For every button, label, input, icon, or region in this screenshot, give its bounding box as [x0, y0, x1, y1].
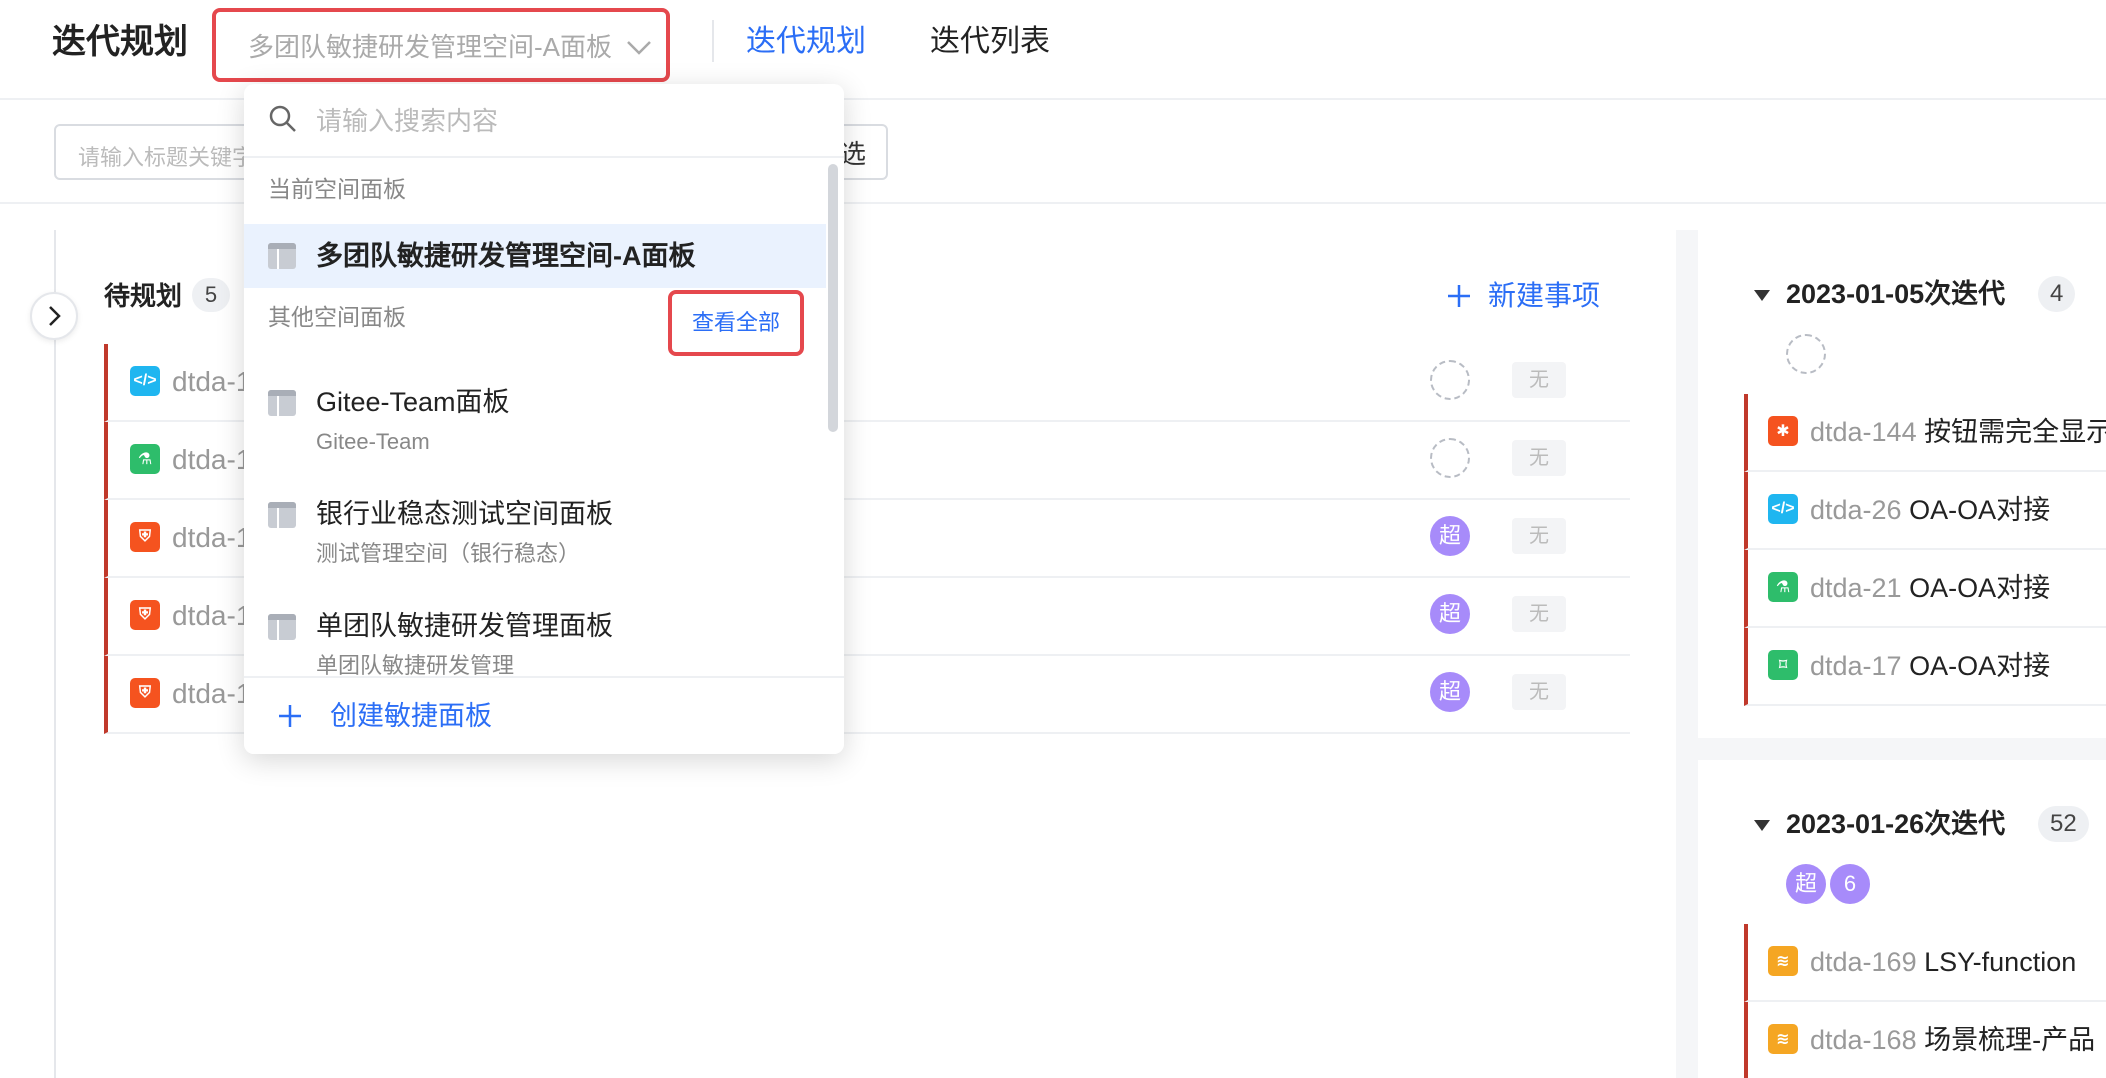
item-key: dtda-17 — [1810, 651, 1902, 681]
collapse-triangle-icon[interactable] — [1754, 290, 1770, 301]
sprint-count-badge: 52 — [2038, 806, 2089, 842]
backlog-item-key: dtda-1 — [172, 678, 252, 709]
unassigned-avatar-icon[interactable] — [1430, 360, 1470, 400]
item-title: OA-OA对接 — [1909, 573, 2051, 603]
item-key: dtda-26 — [1810, 495, 1902, 525]
shield-icon: ⛨ — [130, 522, 160, 552]
sprint-item-row[interactable]: ✱ dtda-144 按钮需完全显示 — [1744, 394, 2106, 472]
item-title: OA-OA对接 — [1909, 495, 2051, 525]
plus-icon — [279, 705, 301, 727]
header-divider — [712, 20, 714, 62]
backlog-item-key: dtda-1 — [172, 600, 252, 631]
expand-panel-button[interactable] — [30, 292, 78, 340]
flask-icon: ⚗ — [130, 444, 160, 474]
tag-none: 无 — [1512, 596, 1566, 632]
item-title: 场景梳理-产品 — [1924, 1025, 2096, 1055]
dropdown-item-title: 单团队敏捷研发管理面板 — [316, 611, 613, 641]
new-item-button[interactable]: 新建事项 — [1446, 276, 1600, 316]
page-title: 迭代规划 — [52, 23, 188, 61]
tag-none: 无 — [1512, 518, 1566, 554]
dropdown-search-input[interactable]: 请输入搜索内容 — [316, 102, 498, 140]
backlog-item-key: dtda-1 — [172, 444, 252, 475]
board-icon — [268, 502, 296, 528]
tag-none: 无 — [1512, 440, 1566, 476]
dropdown-item[interactable]: 单团队敏捷研发管理面板 单团队敏捷研发管理 — [244, 592, 826, 682]
sprint-count-badge: 4 — [2038, 276, 2076, 312]
shield-icon: ⛨ — [130, 678, 160, 708]
item-key: dtda-21 — [1810, 573, 1902, 603]
item-key: dtda-144 — [1810, 417, 1917, 447]
tag-none: 无 — [1512, 362, 1566, 398]
unassigned-avatar-icon[interactable] — [1786, 334, 1826, 374]
item-title: OA-OA对接 — [1909, 651, 2051, 681]
backlog-item-key: dtda-1 — [172, 366, 252, 397]
sprint-card: 2023-01-26次迭代 52 超 6 ≋ dtda-169 LSY-func… — [1698, 760, 2106, 1078]
plus-icon — [1448, 285, 1470, 307]
tab-iteration-list[interactable]: 迭代列表 — [930, 20, 1050, 64]
board-icon — [268, 243, 296, 269]
tag-none: 无 — [1512, 674, 1566, 710]
dropdown-item-subtitle: Gitee-Team — [316, 429, 430, 454]
item-title: LSY-function — [1924, 947, 2077, 977]
item-key: dtda-168 — [1810, 1025, 1917, 1055]
dropdown-item[interactable]: 银行业稳态测试空间面板 测试管理空间（银行稳态） — [244, 480, 826, 590]
dropdown-item-title: 银行业稳态测试空间面板 — [316, 499, 613, 529]
board-icon — [268, 614, 296, 640]
backlog-count-badge: 5 — [192, 278, 230, 312]
sprint-card: 2023-01-05次迭代 4 ✱ dtda-144 按钮需完全显示 </> d… — [1698, 230, 2106, 738]
sprint-item-row[interactable]: ≋ dtda-168 场景梳理-产品 — [1744, 1002, 2106, 1078]
sprint-title: 2023-01-05次迭代 — [1786, 279, 2006, 309]
flask-icon: ⚗ — [1768, 572, 1798, 602]
code-icon: </> — [1768, 494, 1798, 524]
sprint-title: 2023-01-26次迭代 — [1786, 809, 2006, 839]
backlog-item-key: dtda-1 — [172, 522, 252, 553]
dropdown-item-subtitle: 测试管理空间（银行稳态） — [316, 541, 581, 566]
code-icon: </> — [130, 366, 160, 396]
bug-icon: ✱ — [1768, 416, 1798, 446]
dropdown-item-current[interactable]: 多团队敏捷研发管理空间-A面板 — [244, 224, 826, 288]
dropdown-scrollbar[interactable] — [828, 164, 838, 432]
avatar[interactable]: 超 — [1430, 594, 1470, 634]
bookmark-icon: ⌑ — [1768, 650, 1798, 680]
board-dropdown-menu: 请输入搜索内容 当前空间面板 多团队敏捷研发管理空间-A面板 其他空间面板 查看… — [244, 84, 844, 754]
item-key: dtda-169 — [1810, 947, 1917, 977]
dropdown-search[interactable]: 请输入搜索内容 — [244, 84, 844, 158]
avatar[interactable]: 超 — [1430, 516, 1470, 556]
collapse-triangle-icon[interactable] — [1754, 820, 1770, 831]
chevron-down-icon — [627, 41, 651, 55]
sprint-item-row[interactable]: </> dtda-26 OA-OA对接 — [1744, 472, 2106, 550]
search-icon — [269, 105, 296, 132]
layers-icon: ≋ — [1768, 1024, 1798, 1054]
sprint-item-row[interactable]: ⚗ dtda-21 OA-OA对接 — [1744, 550, 2106, 628]
board-select-value: 多团队敏捷研发管理空间-A面板 — [248, 31, 613, 62]
other-section-label: 其他空间面板 — [268, 304, 406, 330]
create-board-label: 创建敏捷面板 — [330, 701, 492, 731]
view-all-link[interactable]: 查看全部 — [668, 290, 804, 356]
backlog-title: 待规划 — [104, 281, 183, 311]
avatar[interactable]: 超 — [1430, 672, 1470, 712]
new-item-label: 新建事项 — [1488, 280, 1601, 311]
item-title: 按钮需完全显示 — [1924, 417, 2106, 447]
avatar-more-count[interactable]: 6 — [1830, 864, 1870, 904]
tab-iteration-plan[interactable]: 迭代规划 — [746, 20, 866, 64]
dropdown-item-title: 多团队敏捷研发管理空间-A面板 — [316, 241, 696, 271]
board-select[interactable]: 多团队敏捷研发管理空间-A面板 — [212, 8, 670, 82]
chevron-right-icon — [49, 306, 61, 326]
shield-icon: ⛨ — [130, 600, 160, 630]
board-icon — [268, 390, 296, 416]
create-board-button[interactable]: 创建敏捷面板 — [276, 696, 492, 736]
avatar[interactable]: 超 — [1786, 864, 1826, 904]
layers-icon: ≋ — [1768, 946, 1798, 976]
sprint-item-row[interactable]: ≋ dtda-169 LSY-function — [1744, 924, 2106, 1002]
dropdown-footer: 创建敏捷面板 — [244, 676, 844, 754]
left-rail — [54, 230, 56, 1078]
unassigned-avatar-icon[interactable] — [1430, 438, 1470, 478]
dropdown-item-title: Gitee-Team面板 — [316, 387, 510, 417]
current-section-label: 当前空间面板 — [268, 176, 406, 202]
sprint-item-row[interactable]: ⌑ dtda-17 OA-OA对接 — [1744, 628, 2106, 706]
dropdown-item[interactable]: Gitee-Team面板 Gitee-Team — [244, 368, 826, 478]
